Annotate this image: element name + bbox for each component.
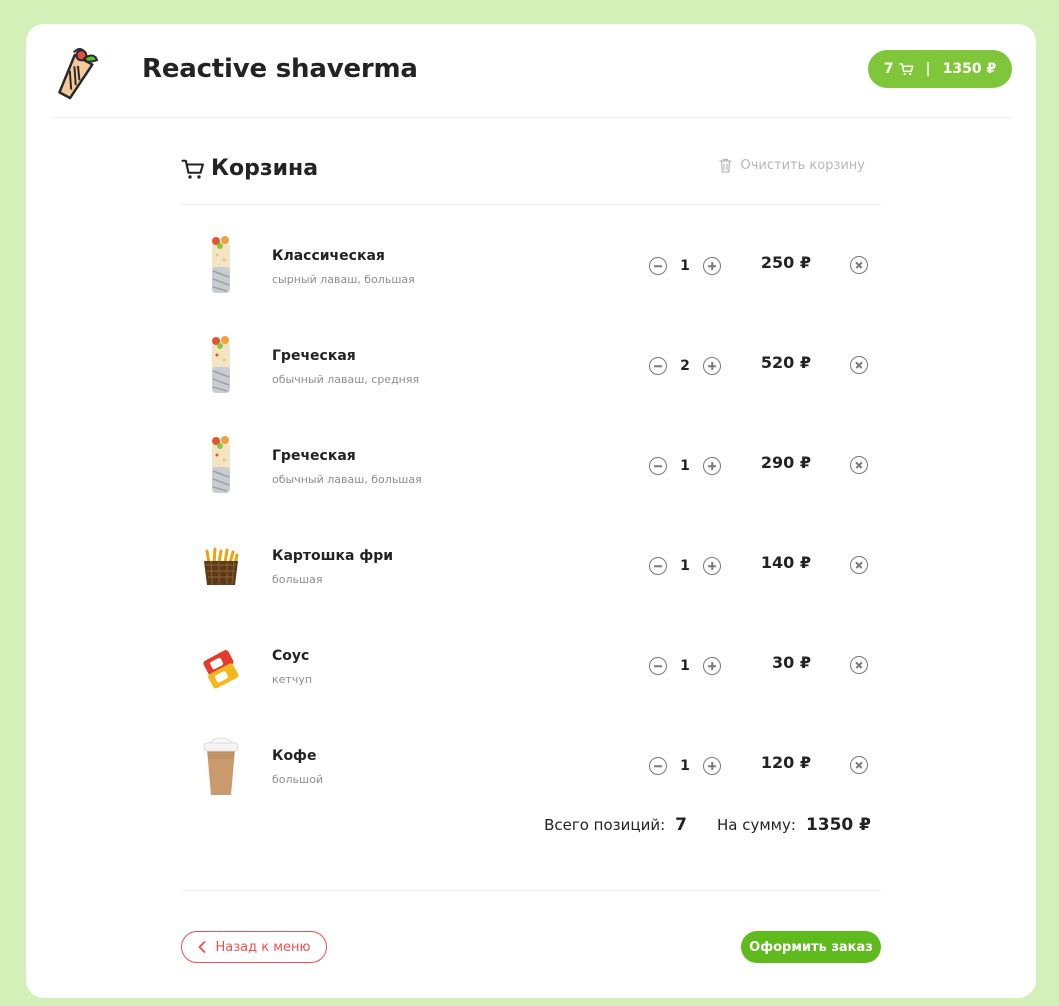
minus-icon[interactable]	[649, 257, 667, 275]
main-card: Reactive shaverma 7 | 1350 ₽ Корзина Очи…	[26, 24, 1036, 998]
place-order-button[interactable]: Оформить заказ	[741, 931, 881, 963]
header-cart-button[interactable]: 7 | 1350 ₽	[868, 50, 1012, 88]
item-price: 520 ₽	[760, 353, 811, 372]
item-name: Греческая	[272, 348, 356, 364]
minus-icon[interactable]	[649, 757, 667, 775]
cart-header: Корзина Очистить корзину	[181, 156, 881, 205]
item-price: 140 ₽	[760, 553, 811, 572]
quantity-value: 1	[680, 458, 690, 474]
quantity-value: 2	[680, 358, 690, 374]
chevron-left-icon	[198, 941, 205, 953]
cart-item: Соус кетчуп 1 30 ₽	[181, 605, 881, 705]
item-description: сырный лаваш, большая	[272, 273, 415, 286]
plus-icon[interactable]	[703, 357, 721, 375]
minus-icon[interactable]	[649, 457, 667, 475]
item-name: Классическая	[272, 248, 385, 264]
coffee-image	[203, 737, 239, 795]
remove-item-icon[interactable]	[850, 456, 868, 474]
cart-total: 1350 ₽	[942, 61, 997, 77]
back-to-menu-button[interactable]: Назад к меню	[181, 931, 327, 963]
cart-separator: |	[925, 61, 931, 77]
shaverma-image	[212, 236, 230, 293]
plus-icon[interactable]	[703, 657, 721, 675]
item-description: большая	[272, 573, 323, 586]
shaverma-image	[212, 336, 230, 393]
total-sum-value: 1350 ₽	[805, 815, 871, 835]
quantity-stepper: 1	[649, 556, 721, 576]
quantity-stepper: 2	[649, 356, 721, 376]
remove-item-icon[interactable]	[850, 356, 868, 374]
cart-icon	[898, 63, 913, 76]
cart-totals: Всего позиций: 7 На сумму: 1350 ₽	[181, 805, 881, 891]
cart-item: Классическая сырный лаваш, большая 1 250…	[181, 205, 881, 305]
item-name: Соус	[272, 648, 310, 664]
quantity-stepper: 1	[649, 656, 721, 676]
minus-icon[interactable]	[649, 657, 667, 675]
item-price: 30 ₽	[772, 653, 811, 672]
fries-image	[204, 547, 239, 586]
minus-icon[interactable]	[649, 357, 667, 375]
cart-title: Корзина	[181, 156, 318, 181]
quantity-value: 1	[680, 658, 690, 674]
remove-item-icon[interactable]	[850, 556, 868, 574]
clear-cart-button[interactable]: Очистить корзину	[719, 158, 865, 173]
quantity-value: 1	[680, 558, 690, 574]
quantity-stepper: 1	[649, 456, 721, 476]
item-description: обычный лаваш, средняя	[272, 373, 420, 386]
item-name: Кофе	[272, 748, 317, 764]
item-name: Картошка фри	[272, 548, 394, 564]
cart-item: Картошка фри большая 1 140 ₽	[181, 505, 881, 605]
item-price: 250 ₽	[760, 253, 811, 272]
clear-cart-label: Очистить корзину	[740, 158, 865, 173]
cart-actions: Назад к меню Оформить заказ	[181, 891, 881, 971]
remove-item-icon[interactable]	[850, 656, 868, 674]
app-title: Reactive shaverma	[142, 54, 418, 84]
cart-section: Корзина Очистить корзину Классическая сы…	[181, 156, 881, 971]
item-name: Греческая	[272, 448, 356, 464]
quantity-stepper: 1	[649, 756, 721, 776]
cart-count: 7	[883, 61, 894, 77]
remove-item-icon[interactable]	[850, 756, 868, 774]
header: Reactive shaverma 7 | 1350 ₽	[52, 44, 1012, 118]
item-description: обычный лаваш, большая	[272, 473, 422, 486]
totals-row: Всего позиций: 7 На сумму: 1350 ₽	[544, 815, 871, 835]
quantity-value: 1	[680, 758, 690, 774]
plus-icon[interactable]	[703, 757, 721, 775]
total-count-value: 7	[675, 815, 687, 835]
cart-title-text: Корзина	[211, 156, 319, 181]
item-price: 120 ₽	[760, 753, 811, 772]
item-description: большой	[272, 773, 323, 786]
quantity-value: 1	[680, 258, 690, 274]
item-description: кетчуп	[272, 673, 313, 686]
plus-icon[interactable]	[703, 557, 721, 575]
total-count-label: Всего позиций:	[544, 816, 666, 834]
quantity-stepper: 1	[649, 256, 721, 276]
trash-icon	[719, 158, 733, 173]
back-to-menu-label: Назад к меню	[215, 939, 311, 955]
plus-icon[interactable]	[703, 257, 721, 275]
shaverma-image	[212, 436, 230, 493]
shaverma-logo-icon[interactable]	[52, 44, 100, 100]
cart-item: Кофе большой 1 120 ₽	[181, 705, 881, 805]
minus-icon[interactable]	[649, 557, 667, 575]
item-price: 290 ₽	[760, 453, 811, 472]
cart-item: Греческая обычный лаваш, большая 1 290 ₽	[181, 405, 881, 505]
plus-icon[interactable]	[703, 457, 721, 475]
cart-icon	[181, 159, 204, 179]
cart-item: Греческая обычный лаваш, средняя 2 520 ₽	[181, 305, 881, 405]
sauce-image	[203, 650, 239, 689]
total-sum-label: На сумму:	[717, 816, 796, 834]
remove-item-icon[interactable]	[850, 256, 868, 274]
